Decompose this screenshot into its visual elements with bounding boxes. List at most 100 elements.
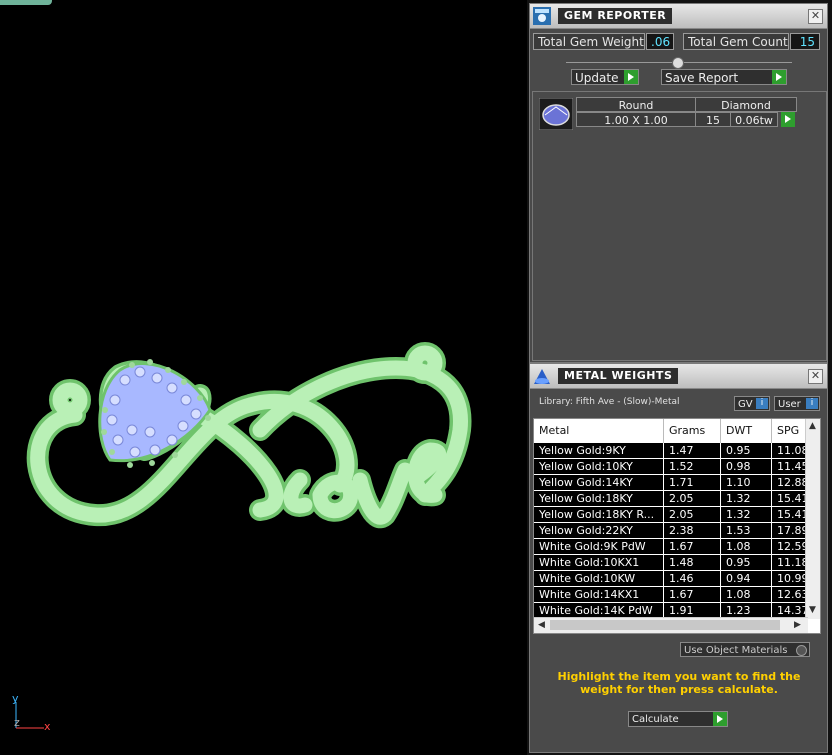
metal-name-cell: Yellow Gold:22KY xyxy=(534,523,664,539)
use-object-materials-checkbox[interactable]: Use Object Materials xyxy=(680,642,810,657)
calculate-hint: Highlight the item you want to find the … xyxy=(557,670,801,696)
calculate-button-label: Calculate xyxy=(632,714,679,725)
metal-weights-titlebar[interactable]: METAL WEIGHTS ✕ xyxy=(530,364,827,389)
grams-cell: 1.48 xyxy=(664,555,721,571)
total-gem-weight-label: Total Gem Weight xyxy=(533,33,645,50)
axis-x-label: x xyxy=(44,720,51,733)
gv-info-icon: i xyxy=(756,398,768,409)
report-slider[interactable] xyxy=(566,57,792,69)
total-gem-weight-value: .06 xyxy=(646,33,674,50)
axis-y-label: y xyxy=(12,692,19,705)
scroll-left-icon[interactable]: ◀ xyxy=(538,620,545,630)
update-button[interactable]: Update xyxy=(571,69,639,85)
metal-table-row[interactable]: Yellow Gold:14KY 1.71 1.10 12.88 xyxy=(534,475,812,491)
col-dwt[interactable]: DWT xyxy=(721,419,772,443)
user-info-icon: i xyxy=(806,398,818,409)
update-play-icon xyxy=(624,70,638,84)
save-report-button[interactable]: Save Report xyxy=(661,69,787,85)
gem-list-area: Round Diamond 1.00 X 1.00 15 0.06tw xyxy=(532,91,827,361)
metal-table-hscroll[interactable]: ◀ ▶ xyxy=(534,617,808,633)
grams-cell: 1.67 xyxy=(664,539,721,555)
update-button-label: Update xyxy=(575,71,619,85)
gem-row-play-icon xyxy=(781,112,795,127)
dwt-cell: 1.08 xyxy=(721,587,772,603)
grams-cell: 1.52 xyxy=(664,459,721,475)
gem-reporter-panel: GEM REPORTER ✕ Total Gem Weight .06 Tota… xyxy=(529,3,828,363)
gem-reporter-title: GEM REPORTER xyxy=(558,8,673,24)
grams-cell: 2.05 xyxy=(664,507,721,523)
gv-label: GV xyxy=(738,399,753,410)
metal-name-cell: White Gold:10KX1 xyxy=(534,555,664,571)
gem-reporter-icon xyxy=(533,7,551,25)
dwt-cell: 1.10 xyxy=(721,475,772,491)
grams-cell: 1.71 xyxy=(664,475,721,491)
grams-cell: 1.47 xyxy=(664,443,721,459)
metal-weights-table[interactable]: Metal Grams DWT SPG Yellow Gold:9KY 1.47 0… xyxy=(533,418,821,634)
metal-name-cell: White Gold:14KX1 xyxy=(534,587,664,603)
metal-table-row[interactable]: White Gold:14KX1 1.67 1.08 12.63 xyxy=(534,587,812,603)
dwt-cell: 0.98 xyxy=(721,459,772,475)
metal-table-vscroll[interactable]: ▲ ▼ xyxy=(805,419,820,619)
gem-count: 15 xyxy=(695,112,731,127)
metal-table-row[interactable]: Yellow Gold:10KY 1.52 0.98 11.45 xyxy=(534,459,812,475)
grams-cell: 1.67 xyxy=(664,587,721,603)
total-gem-count-value: 15 xyxy=(790,33,820,50)
col-grams[interactable]: Grams xyxy=(664,419,721,443)
round-diamond-icon xyxy=(539,98,573,130)
metal-table-row[interactable]: White Gold:9K PdW 1.67 1.08 12.59 xyxy=(534,539,812,555)
slider-thumb[interactable] xyxy=(672,57,684,69)
dwt-cell: 1.32 xyxy=(721,507,772,523)
calculate-button[interactable]: Calculate xyxy=(628,711,728,727)
save-report-button-label: Save Report xyxy=(665,71,739,85)
metal-name-cell: Yellow Gold:18KY xyxy=(534,491,664,507)
metal-weights-icon xyxy=(534,369,550,384)
user-label: User xyxy=(778,399,801,410)
metal-name-cell: Yellow Gold:14KY xyxy=(534,475,664,491)
user-toggle[interactable]: User i xyxy=(774,396,820,411)
viewport-tab[interactable] xyxy=(0,0,52,5)
3d-viewport[interactable]: y x z xyxy=(0,0,527,755)
gem-size: 1.00 X 1.00 xyxy=(576,112,696,127)
gem-reporter-titlebar[interactable]: GEM REPORTER ✕ xyxy=(530,4,827,29)
axis-gizmo: y x z xyxy=(6,690,56,740)
metal-table-row[interactable]: White Gold:10KX1 1.48 0.95 11.18 xyxy=(534,555,812,571)
save-report-play-icon xyxy=(772,70,786,84)
library-label: Library: Fifth Ave - (Slow)-Metal xyxy=(539,397,680,407)
total-gem-count-label: Total Gem Count xyxy=(683,33,789,50)
metal-weights-close-icon[interactable]: ✕ xyxy=(808,369,823,384)
metal-table-row[interactable]: Yellow Gold:18KY R... 2.05 1.32 15.41 xyxy=(534,507,812,523)
dwt-cell: 0.95 xyxy=(721,555,772,571)
dwt-cell: 0.94 xyxy=(721,571,772,587)
col-metal[interactable]: Metal xyxy=(534,419,664,443)
gem-weight: 0.06tw xyxy=(730,112,778,127)
metal-name-cell: White Gold:9K PdW xyxy=(534,539,664,555)
metal-name-cell: White Gold:10KW xyxy=(534,571,664,587)
calculate-play-icon xyxy=(713,712,727,726)
metal-table-row[interactable]: Yellow Gold:9KY 1.47 0.95 11.08 xyxy=(534,443,812,459)
dwt-cell: 1.08 xyxy=(721,539,772,555)
metal-table-header: Metal Grams DWT SPG xyxy=(534,419,820,443)
gem-reporter-close-icon[interactable]: ✕ xyxy=(808,9,823,24)
metal-table-row[interactable]: White Gold:10KW 1.46 0.94 10.99 xyxy=(534,571,812,587)
gem-row-play-button[interactable] xyxy=(781,112,795,127)
metal-table-row[interactable]: Yellow Gold:22KY 2.38 1.53 17.89 xyxy=(534,523,812,539)
gem-shape: Round xyxy=(576,97,696,112)
metal-weights-title: METAL WEIGHTS xyxy=(558,368,679,384)
infinity-love-pendant-model[interactable] xyxy=(0,200,527,700)
metal-table-row[interactable]: Yellow Gold:18KY 2.05 1.32 15.41 xyxy=(534,491,812,507)
dwt-cell: 1.53 xyxy=(721,523,772,539)
metal-name-cell: Yellow Gold:18KY R... xyxy=(534,507,664,523)
hscroll-thumb[interactable] xyxy=(550,620,780,630)
use-object-materials-toggle-icon xyxy=(796,645,807,656)
use-object-materials-label: Use Object Materials xyxy=(684,645,788,656)
scroll-up-icon[interactable]: ▲ xyxy=(809,421,816,431)
gem-material: Diamond xyxy=(695,97,797,112)
grams-cell: 2.38 xyxy=(664,523,721,539)
gem-row[interactable]: Round Diamond 1.00 X 1.00 15 0.06tw xyxy=(533,92,826,132)
grams-cell: 1.46 xyxy=(664,571,721,587)
dwt-cell: 1.32 xyxy=(721,491,772,507)
scroll-right-icon[interactable]: ▶ xyxy=(794,620,801,630)
scroll-down-icon[interactable]: ▼ xyxy=(809,605,816,615)
dwt-cell: 0.95 xyxy=(721,443,772,459)
gv-toggle[interactable]: GV i xyxy=(734,396,770,411)
